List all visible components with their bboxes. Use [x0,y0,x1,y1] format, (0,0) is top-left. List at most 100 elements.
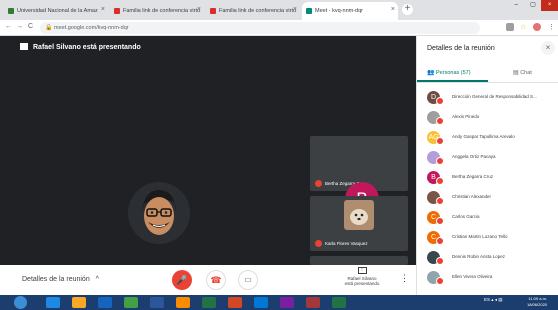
participant-name: Bertha Zegarra Cruz [452,174,494,179]
close-panel-button[interactable]: × [541,41,555,55]
close-tab-icon[interactable]: × [101,6,105,13]
word-icon[interactable] [150,297,164,308]
participant-name: Anggela Ortiz Pacaya [452,154,496,159]
clock-time: 11:09 a.m. [528,296,548,301]
muted-mic-icon [436,257,444,265]
start-button[interactable] [14,296,27,309]
browser-tab[interactable]: Familia link de conferencia virtu × [206,2,300,20]
new-tab-button[interactable]: + [402,4,413,15]
dog-photo-icon [344,200,374,230]
participant-tile[interactable] [310,256,408,265]
access-icon[interactable] [306,297,320,308]
participant-list-item[interactable]: Anggela Ortiz Pacaya [427,149,557,167]
presenter-banner-text: Rafael Silvano está presentando [33,44,141,51]
meeting-details-label: Detalles de la reunión [22,276,90,283]
participant-list-item[interactable]: AG Andy Gaspar Tapullima Arevalo [427,129,557,147]
participant-list-item[interactable]: Alexis Pinedo [427,109,557,127]
panel-title: Detalles de la reunión [427,45,495,52]
muted-mic-icon [436,177,444,185]
mic-off-icon: 🎤 [176,275,188,285]
participant-name: Cristian Martin Lozano Tello [452,234,508,239]
browser-tab[interactable]: Universidad Nacional de la Amaz × [4,2,108,20]
forward-icon[interactable]: → [16,23,23,30]
profile-avatar-icon[interactable] [533,23,541,31]
media-player-icon[interactable] [98,297,112,308]
clock-date: 18/06/2020 [527,302,548,307]
onenote-icon[interactable] [280,297,294,308]
bookmark-star-icon[interactable]: ☆ [520,23,526,31]
browser-tab-bar: Universidad Nacional de la Amaz × Famili… [0,0,558,20]
maximize-icon[interactable]: ▢ [525,0,542,11]
participant-name: Christian Alexander [452,194,492,199]
participant-tile[interactable]: Karla Flores Vasquez [310,196,408,251]
close-tab-icon[interactable]: × [197,6,201,13]
back-icon[interactable]: ← [5,23,12,30]
participant-list-item[interactable]: Christian Alexander [427,189,557,207]
participant-list-item[interactable]: C Carlos Garcia [427,209,557,227]
tab-label: Universidad Nacional de la Amaz [17,8,98,14]
firefox-icon[interactable] [176,297,190,308]
excel-icon[interactable] [332,297,346,308]
meeting-details-button[interactable]: Detalles de la reunión ^ [22,276,99,283]
close-window-icon[interactable]: × [541,0,558,11]
participant-name: Alexis Pinedo [452,114,480,119]
chrome-icon[interactable] [124,297,138,308]
tab-people-label: Personas (57) [436,70,471,76]
powerpoint-icon[interactable] [228,297,242,308]
browser-tab-active[interactable]: Meet - kvq-nnm-dqr × [302,2,398,20]
windows-taskbar: ES ▴ ◂ ▤ 11:09 a.m. 18/06/2020 [0,295,558,310]
tab-label: Familia link de conferencia virtu [123,8,201,14]
muted-mic-icon [436,277,444,285]
browser-menu-icon[interactable]: ⋮ [548,23,555,31]
people-icon: 👥 [427,70,435,76]
muted-mic-icon [315,180,322,187]
url-field[interactable]: 🔒 meet.google.com/kvq-nnm-dqr [40,22,480,34]
participant-list-item[interactable]: Dennis Robin Arista Lopez [427,249,557,267]
window-controls: – ▢ × [508,0,558,11]
address-bar: ← → C 🔒 meet.google.com/kvq-nnm-dqr ☆ ⋮ [0,20,558,36]
camera-toggle-button[interactable]: ▭ [238,270,258,290]
phone-hangup-icon: ☎ [210,275,222,285]
participant-list-item[interactable]: B Bertha Zegarra Cruz [427,169,557,187]
system-tray[interactable]: ES ▴ ◂ ▤ [484,297,503,303]
chevron-up-icon: ^ [95,276,99,283]
tab-chat[interactable]: ▤ Chat [513,69,532,76]
tab-label: Meet - kvq-nnm-dqr [315,8,363,14]
more-options-icon[interactable]: ⋮ [400,273,409,284]
muted-mic-icon [315,240,322,247]
hang-up-button[interactable]: ☎ [206,270,226,290]
muted-mic-icon [436,217,444,225]
file-explorer-icon[interactable] [72,297,86,308]
microphone-toggle-button[interactable]: 🎤 [172,270,192,290]
participant-list-item[interactable]: C Cristian Martin Lozano Tello [427,229,557,247]
participant-name: Andy Gaspar Tapullima Arevalo [452,134,515,139]
minimize-icon[interactable]: – [508,0,525,11]
presenter-banner: Rafael Silvano está presentando [20,43,141,51]
meeting-stage: Rafael Silvano está presentando Bertha Z… [0,36,416,265]
tab-people[interactable]: 👥 Personas (57) [427,69,471,76]
taskbar-clock[interactable]: 11:09 a.m. 18/06/2020 [527,296,547,308]
muted-mic-icon [436,157,444,165]
presenter-cartoon-icon [128,182,190,244]
chat-icon: ▤ [513,70,519,76]
participant-list-item[interactable]: Ellen Vivera Oliveira [427,269,557,287]
close-tab-icon[interactable]: × [391,6,395,13]
outlook-icon[interactable] [254,297,268,308]
browser-tab[interactable]: Familia link de conferencia virtu × [110,2,204,20]
meeting-details-panel: Detalles de la reunión × 👥 Personas (57)… [416,36,558,295]
internet-explorer-icon[interactable] [46,297,60,308]
close-tab-icon[interactable]: × [293,6,297,13]
gmail-favicon-icon [210,8,216,14]
camera-icon: ▭ [244,275,252,284]
muted-mic-icon [436,97,444,105]
excel-icon[interactable] [202,297,216,308]
tab-divider [417,82,558,83]
participant-name: Carlos Garcia [452,214,480,219]
extension-icon[interactable] [506,23,514,31]
reload-icon[interactable]: C [28,23,33,30]
present-screen-icon [20,43,28,50]
participant-list-item[interactable]: D Dirección General de Responsabilidad S.… [427,89,557,107]
present-now-button[interactable]: ↑ Rafael Silvano está presentando [336,267,388,286]
gmail-favicon-icon [114,8,120,14]
participant-name: Ellen Vivera Oliveira [452,274,493,279]
